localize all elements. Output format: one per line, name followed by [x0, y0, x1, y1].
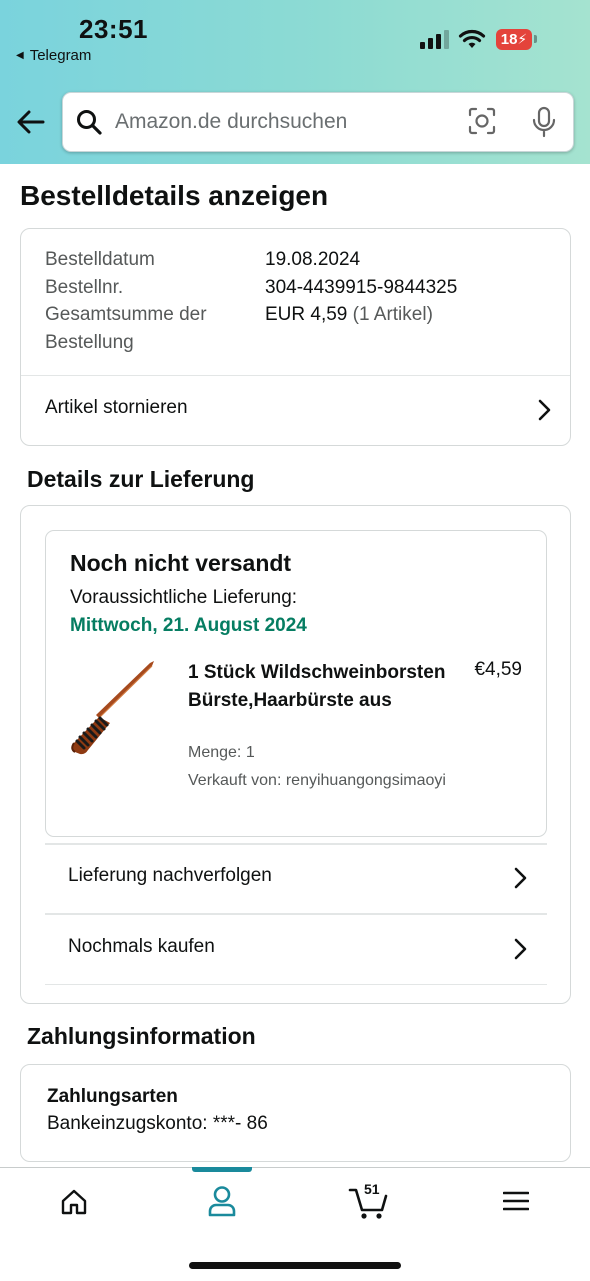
back-arrow-icon[interactable]	[16, 106, 46, 138]
battery-level: 18	[500, 31, 518, 48]
eta-date: Mittwoch, 21. August 2024	[70, 615, 307, 636]
tab-cart[interactable]	[320, 1168, 420, 1238]
track-delivery-row[interactable]: Lieferung nachverfolgen	[21, 845, 570, 912]
cancel-items-label: Artikel stornieren	[45, 397, 188, 418]
home-indicator	[189, 1262, 401, 1269]
payment-section-title: Zahlungsinformation	[27, 1023, 256, 1049]
order-summary-card: Bestelldatum 19.08.2024 Bestellnr. 304-4…	[20, 228, 571, 446]
tab-home[interactable]	[24, 1168, 124, 1238]
bottom-divider	[45, 984, 547, 985]
page-title: Bestelldetails anzeigen	[20, 180, 329, 211]
order-date-label: Bestelldatum	[45, 249, 155, 270]
tab-menu[interactable]	[466, 1168, 566, 1238]
home-icon	[61, 1189, 87, 1215]
item-price: €4,59	[474, 659, 522, 680]
cancel-items-row[interactable]: Artikel stornieren	[21, 376, 570, 446]
item-title[interactable]: 1 Stück Wildschweinborsten Bürste,Haarbü…	[188, 659, 448, 715]
track-delivery-label: Lieferung nachverfolgen	[68, 865, 272, 886]
search-bar[interactable]	[62, 92, 574, 152]
order-total-value: EUR 4,59 (1 Artikel)	[265, 304, 433, 326]
menu-icon	[503, 1191, 529, 1211]
product-image[interactable]	[66, 657, 166, 761]
chevron-right-icon	[514, 938, 527, 960]
order-number-value: 304-4439915-9844325	[265, 277, 458, 298]
delivery-section-title: Details zur Lieferung	[27, 466, 255, 492]
shipment-box: Noch nicht versandt Voraussichtliche Lie…	[45, 530, 547, 837]
chevron-right-icon	[514, 867, 527, 889]
battery-tip	[534, 35, 537, 43]
wifi-icon	[458, 29, 486, 48]
cart-count: 51	[364, 1181, 380, 1197]
microphone-icon[interactable]	[531, 106, 557, 138]
search-input[interactable]	[113, 105, 457, 139]
back-triangle-icon: ◀	[16, 50, 24, 61]
header: 23:51 ◀ Telegram 18 ⚡	[0, 0, 590, 164]
payment-method-value: Bankeinzugskonto: ***- 86	[47, 1113, 268, 1134]
tab-account[interactable]	[172, 1168, 272, 1238]
account-icon	[208, 1186, 236, 1217]
buy-again-label: Nochmals kaufen	[68, 936, 215, 957]
status-time: 23:51	[79, 14, 148, 44]
order-total-label-line2: Bestellung	[45, 332, 134, 353]
delivery-card: Noch nicht versandt Voraussichtliche Lie…	[20, 505, 571, 1004]
item-quantity: Menge: 1	[188, 744, 255, 761]
payment-methods-title: Zahlungsarten	[47, 1086, 178, 1107]
chevron-right-icon	[538, 399, 551, 421]
buy-again-row[interactable]: Nochmals kaufen	[21, 915, 570, 984]
eta-label: Voraussichtliche Lieferung:	[70, 587, 298, 608]
order-date-value: 19.08.2024	[265, 249, 361, 270]
item-seller: Verkauft von: renyihuangongsimaoyi	[188, 772, 446, 789]
order-total-amount: EUR 4,59	[265, 304, 348, 325]
order-total-items: (1 Artikel)	[352, 304, 433, 325]
signal-icon	[420, 30, 449, 49]
back-to-app-link[interactable]: ◀ Telegram	[16, 47, 91, 64]
shipment-status: Noch nicht versandt	[70, 550, 292, 576]
camera-lens-icon[interactable]	[467, 106, 497, 136]
back-app-label: Telegram	[29, 47, 92, 64]
order-number-label: Bestellnr.	[45, 277, 124, 298]
payment-card: Zahlungsarten Bankeinzugskonto: ***- 86	[20, 1064, 571, 1162]
order-total-label-line1: Gesamtsumme der	[45, 304, 207, 325]
search-icon	[77, 110, 102, 135]
battery-charging-icon: 18 ⚡	[496, 29, 532, 50]
